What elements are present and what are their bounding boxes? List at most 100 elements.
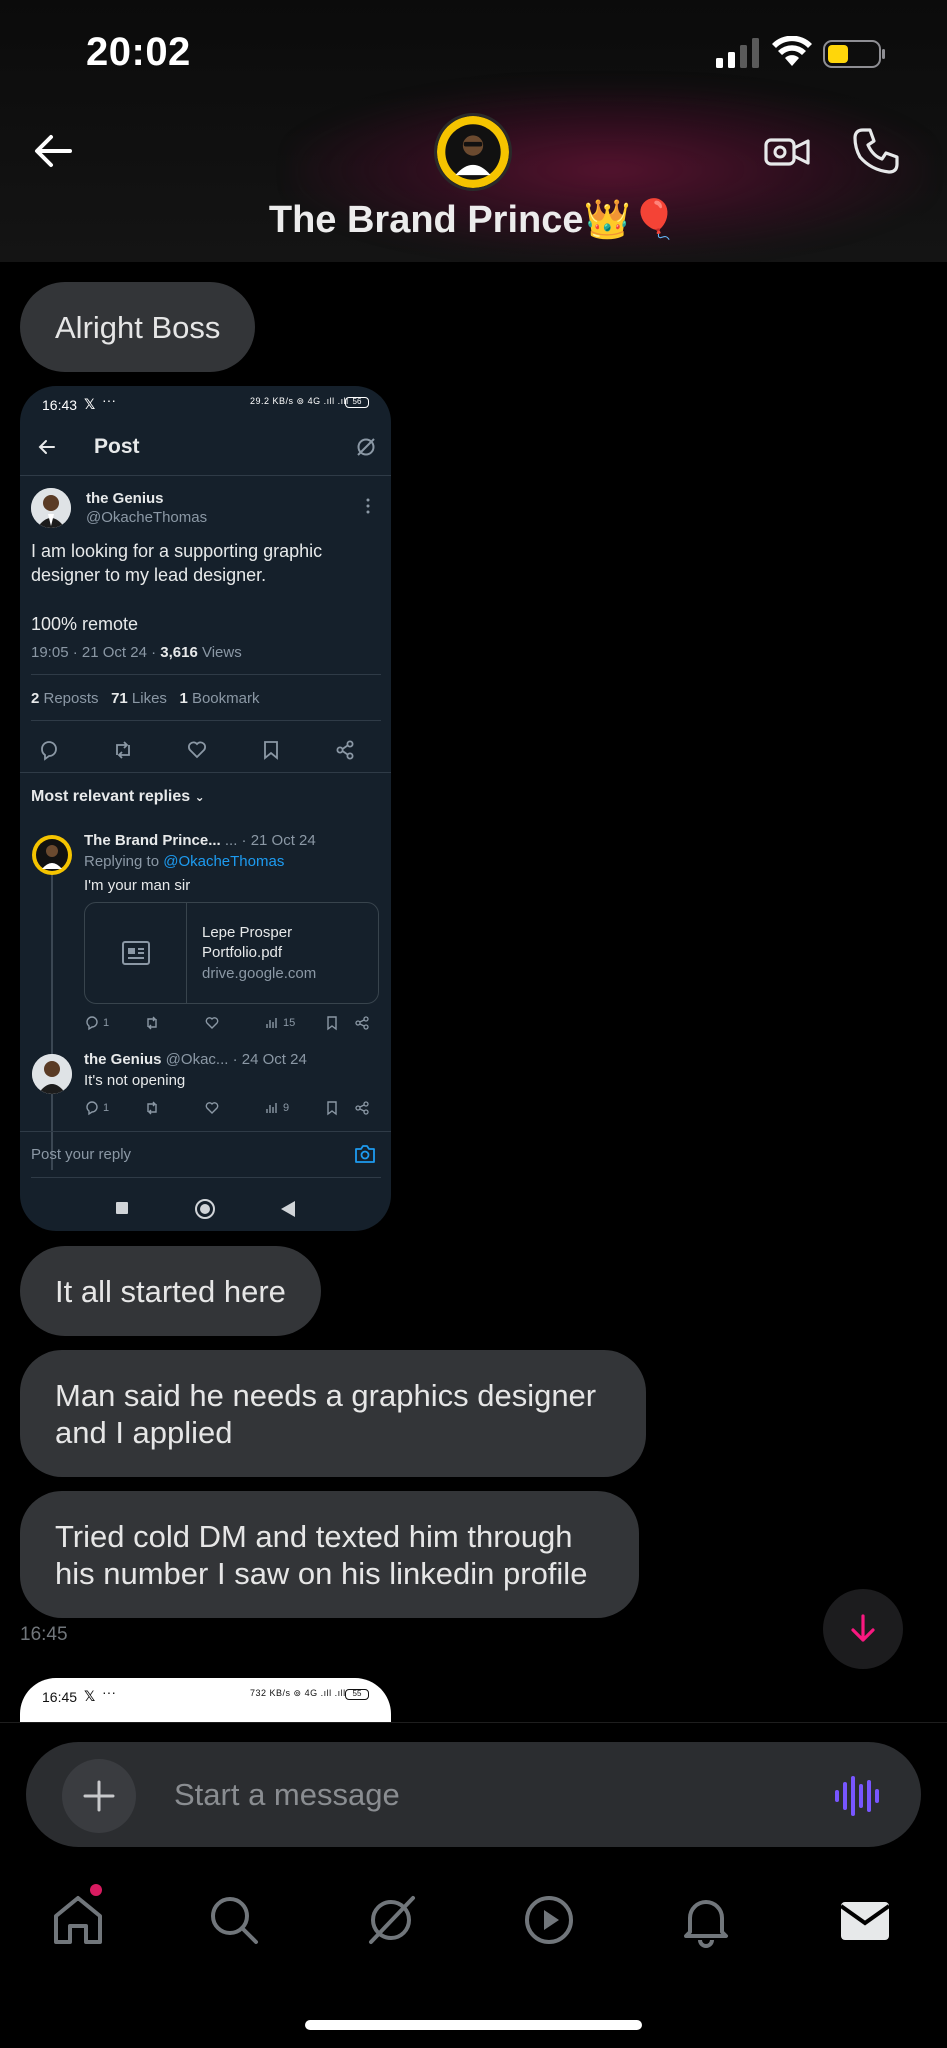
screenshot-android-navbar [20, 1177, 391, 1231]
screenshot-reply-name: The Brand Prince... [84, 832, 221, 849]
views-icon [266, 1018, 277, 1028]
video-call-icon[interactable] [763, 128, 811, 176]
message-text: Tried cold DM and texted him through his… [55, 1518, 588, 1591]
voice-message-icon[interactable] [834, 1775, 880, 1817]
screenshot-reply-header: The Brand Prince... ... · 21 Oct 24 [84, 832, 316, 849]
screenshot-post-title: Post [94, 435, 140, 458]
message-bubble[interactable]: It all started here [20, 1246, 321, 1336]
back-arrow-icon[interactable] [30, 128, 76, 174]
message-text: It all started here [55, 1273, 286, 1309]
message-input[interactable] [174, 1774, 794, 1816]
signal-icon [716, 38, 759, 68]
status-bar: 20:02 [0, 0, 947, 100]
screenshot-reply-count: 1 [103, 1102, 110, 1114]
repost-icon [147, 1016, 157, 1030]
contact-name[interactable]: The Brand Prince👑🎈 [0, 198, 947, 242]
screenshot-status-bar: 16:43 𝕏 ··· 29.2 KB/s ⊚ 4G .ıll .ıll 56 [20, 386, 391, 420]
home-indicator[interactable] [305, 2020, 642, 2030]
screenshot-bookmark-icon [264, 741, 278, 760]
screenshot-author-avatar [31, 488, 71, 528]
screenshot-post-text-2: 100% remote [31, 614, 139, 634]
home-icon[interactable] [50, 1892, 106, 1948]
image-message[interactable]: 16:43 𝕏 ··· 29.2 KB/s ⊚ 4G .ıll .ıll 56 … [20, 386, 391, 1231]
add-attachment-button[interactable] [62, 1759, 136, 1833]
phone-call-icon[interactable] [851, 126, 901, 176]
battery-icon [823, 40, 885, 68]
screenshot-share-icon [336, 740, 354, 760]
reply-icon [86, 1101, 98, 1116]
screenshot-back-icon [38, 440, 55, 454]
screenshot-post-time: 19:05 · 21 Oct 24 · [31, 644, 161, 661]
screenshot-replying-to: Replying to @OkacheThomas [84, 853, 284, 870]
wifi-icon [772, 36, 812, 66]
screenshot-status-dots: ··· [102, 392, 116, 408]
like-icon [205, 1102, 219, 1114]
screenshot-reply-name: the Genius [84, 1051, 162, 1068]
reply-icon [86, 1016, 98, 1031]
x-logo-icon: 𝕏 [84, 1688, 96, 1704]
screenshot-status-time: 16:43 [42, 397, 78, 413]
screenshot-post-nav: Post [20, 420, 391, 476]
screenshot-bookmarks-count: 1 [179, 690, 188, 707]
like-icon [205, 1017, 219, 1029]
message-composer [26, 1742, 921, 1847]
screenshot-author-name: the Genius [86, 490, 164, 507]
screenshot-reply-box: Post your reply [20, 1131, 391, 1177]
screenshot-grok-icon [357, 438, 375, 456]
screenshot-reply-date: @Okac... · 24 Oct 24 [161, 1051, 307, 1068]
screenshot-reply-text: It's not opening [84, 1072, 186, 1089]
views-icon [266, 1103, 277, 1113]
notification-dot [90, 1884, 102, 1896]
screenshot-card-title: Lepe Prosper Portfolio.pdf [202, 924, 293, 961]
screenshot-divider [31, 674, 381, 675]
screenshot-like-icon [188, 741, 206, 759]
message-bubble[interactable]: Man said he needs a graphics designer an… [20, 1350, 646, 1477]
screenshot-battery: 55 [345, 1689, 369, 1700]
screenshot-divider [20, 772, 391, 773]
screenshot-status-dots: ··· [102, 1684, 116, 1700]
screenshot-views-label: Views [197, 644, 242, 661]
notifications-icon[interactable] [678, 1892, 734, 1948]
screenshot-reply-actions: 1 15 [84, 1014, 379, 1034]
screenshot-more-icon [366, 498, 370, 514]
message-text: Man said he needs a graphics designer an… [55, 1377, 597, 1450]
screenshot-views-count: 3,616 [160, 644, 198, 661]
status-time: 20:02 [86, 30, 191, 74]
screenshot-reply-actions: 1 9 [84, 1099, 379, 1119]
screenshot-thread-line [51, 858, 53, 1170]
screenshot-reply-text: I'm your man sir [84, 877, 191, 894]
screenshot-likes-count: 71 [111, 690, 128, 707]
screenshot-replying-handle: @OkacheThomas [163, 853, 285, 870]
share-icon [355, 1016, 369, 1030]
screenshot-card-domain: drive.google.com [202, 965, 317, 982]
screenshot-reply-views: 15 [283, 1017, 296, 1029]
screenshot-replies-header: Most relevant replies ⌄ [31, 788, 205, 806]
screenshot-reply-header: the Genius @Okac... · 24 Oct 24 [84, 1051, 307, 1068]
recent-apps-icon [116, 1202, 128, 1214]
grok-icon[interactable] [363, 1892, 419, 1948]
chevron-down-icon: ⌄ [194, 790, 205, 804]
document-icon [122, 941, 150, 965]
screenshot-post-meta: 19:05 · 21 Oct 24 · 3,616 Views [31, 644, 242, 661]
screenshot-divider [31, 720, 381, 721]
home-button-icon [195, 1199, 215, 1219]
repost-icon [147, 1101, 157, 1115]
message-bubble[interactable]: Alright Boss [20, 282, 256, 372]
screenshot-status-indicators: 29.2 KB/s ⊚ 4G .ıll .ıll [250, 396, 349, 406]
screenshot-post-text: I am looking for a supporting graphic de… [31, 541, 323, 585]
screenshot-post-actions [20, 732, 391, 768]
screenshot-link-card: Lepe Prosper Portfolio.pdf drive.google.… [84, 902, 379, 1004]
screenshot-reply-placeholder: Post your reply [31, 1146, 132, 1163]
scroll-to-bottom-button[interactable] [823, 1589, 903, 1669]
video-icon[interactable] [521, 1892, 577, 1948]
screenshot-likes-label: Likes [127, 690, 167, 707]
screenshot-replies-header-label: Most relevant replies [31, 788, 191, 805]
screenshot-reply-views: 9 [283, 1102, 290, 1114]
search-icon[interactable] [206, 1892, 262, 1948]
contact-avatar[interactable] [434, 113, 512, 191]
messages-icon[interactable] [837, 1892, 893, 1948]
bottom-navigation [0, 1864, 947, 2048]
screenshot-bookmarks-label: Bookmark [187, 690, 260, 707]
message-bubble[interactable]: Tried cold DM and texted him through his… [20, 1491, 639, 1618]
screenshot-reposts-label: Reposts [39, 690, 99, 707]
